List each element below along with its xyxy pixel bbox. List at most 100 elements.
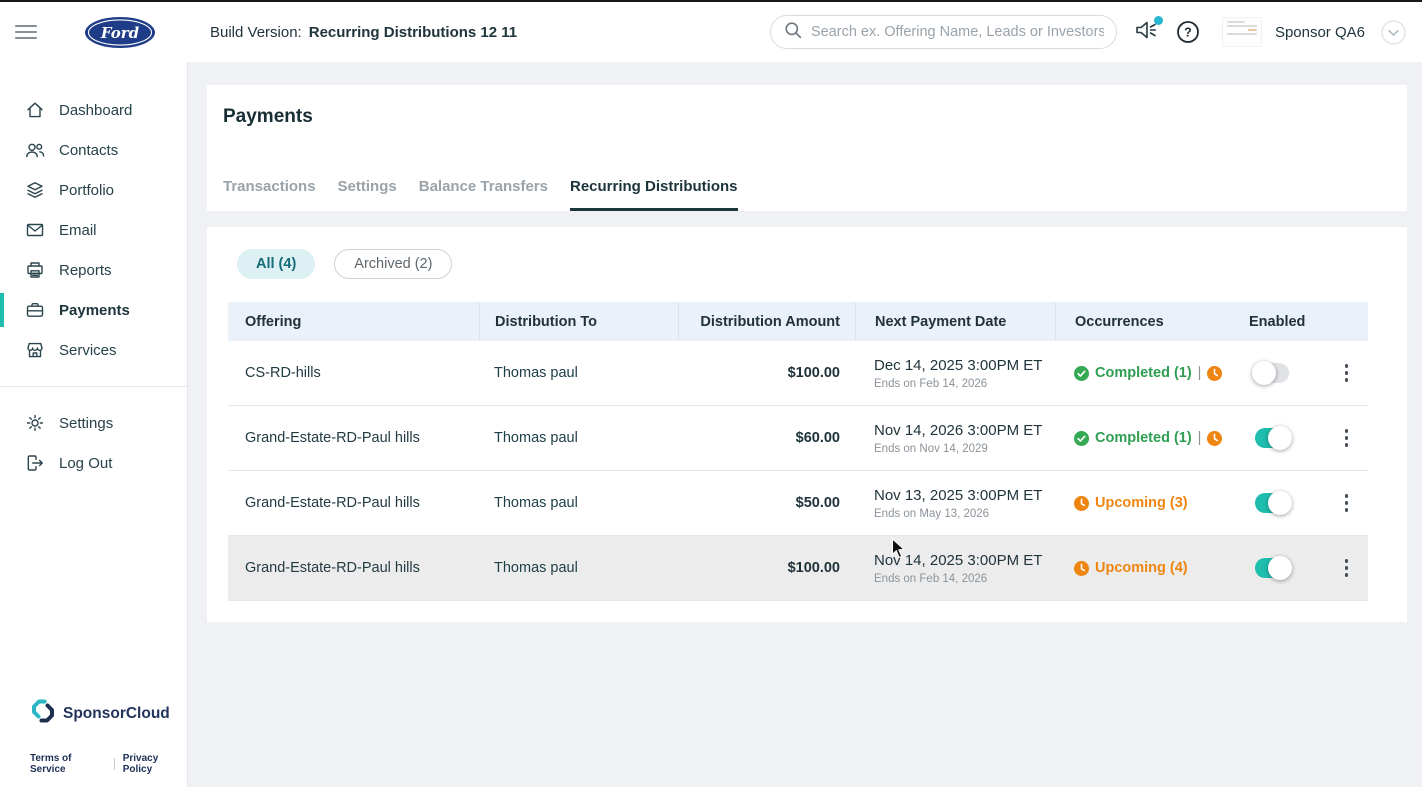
next-payment-date-cell: Nov 14, 2025 3:00PM ET Ends on Feb 14, 2… xyxy=(855,536,1055,600)
occurrence-status: Upcoming (3) xyxy=(1095,495,1188,511)
sidebar-nav: Dashboard Contacts Portfolio Email Repor… xyxy=(0,90,187,370)
legal-separator xyxy=(114,758,115,770)
sidebar-footer-nav: Settings Log Out xyxy=(0,403,187,483)
occurrences-cell: Upcoming (3) xyxy=(1055,471,1225,535)
svg-text:?: ? xyxy=(1184,26,1192,40)
col-occurrences: Occurrences xyxy=(1055,302,1225,341)
col-offering: Offering xyxy=(228,302,479,341)
search-box[interactable] xyxy=(770,15,1117,49)
sidebar-item-portfolio[interactable]: Portfolio xyxy=(0,170,187,210)
next-payment-date-cell: Nov 13, 2025 3:00PM ET Ends on May 13, 2… xyxy=(855,471,1055,535)
layers-icon xyxy=(25,180,45,200)
search-icon xyxy=(784,21,802,44)
gear-icon xyxy=(25,413,45,433)
sidebar-item-reports[interactable]: Reports xyxy=(0,250,187,290)
avatar[interactable] xyxy=(1222,17,1262,47)
table-header: Offering Distribution To Distribution Am… xyxy=(228,302,1368,341)
distribution-to-cell: Thomas paul xyxy=(479,406,678,470)
sidebar: Dashboard Contacts Portfolio Email Repor… xyxy=(0,62,188,787)
table-body: CS-RD-hills Thomas paul $100.00 Dec 14, … xyxy=(228,341,1368,601)
tab-transactions[interactable]: Transactions xyxy=(223,178,316,211)
topbar: Ford Build Version:Recurring Distributio… xyxy=(0,2,1422,62)
announcements-icon[interactable] xyxy=(1134,18,1159,47)
col-distribution-to: Distribution To xyxy=(479,302,678,341)
table-row[interactable]: Grand-Estate-RD-Paul hills Thomas paul $… xyxy=(228,471,1368,536)
table-row[interactable]: Grand-Estate-RD-Paul hills Thomas paul $… xyxy=(228,406,1368,471)
sidebar-item-settings[interactable]: Settings xyxy=(0,403,187,443)
build-version: Build Version:Recurring Distributions 12… xyxy=(210,24,517,41)
printer-icon xyxy=(25,260,45,280)
next-payment-date-cell: Dec 14, 2025 3:00PM ET Ends on Feb 14, 2… xyxy=(855,341,1055,405)
sponsorcloud-logo: SponsorCloud xyxy=(30,698,187,729)
tabs: Transactions Settings Balance Transfers Rec… xyxy=(207,178,1407,211)
clock-icon xyxy=(1074,496,1089,511)
enabled-toggle[interactable] xyxy=(1255,363,1289,383)
row-menu-icon[interactable] xyxy=(1341,359,1353,388)
enabled-toggle[interactable] xyxy=(1255,428,1289,448)
filter-archived-chip[interactable]: Archived (2) xyxy=(334,249,452,279)
check-circle-icon xyxy=(1074,366,1089,381)
distribution-to-cell: Thomas paul xyxy=(479,471,678,535)
clock-icon xyxy=(1207,366,1222,381)
ford-logo: Ford xyxy=(84,16,156,49)
mail-icon xyxy=(25,220,45,240)
sponsorcloud-mark-icon xyxy=(30,698,56,729)
page-title: Payments xyxy=(223,106,1407,128)
chevron-down-icon[interactable] xyxy=(1381,20,1406,45)
help-icon[interactable]: ? xyxy=(1176,20,1200,44)
recurring-distributions-card: All (4) Archived (2) Offering Distributi… xyxy=(207,227,1407,622)
sidebar-item-payments[interactable]: Payments xyxy=(0,290,187,330)
distribution-amount-cell: $100.00 xyxy=(678,341,855,405)
offering-cell: Grand-Estate-RD-Paul hills xyxy=(228,471,479,535)
notification-dot xyxy=(1154,16,1163,25)
occurrences-cell: Upcoming (4) xyxy=(1055,536,1225,600)
distribution-amount-cell: $60.00 xyxy=(678,406,855,470)
sidebar-item-services[interactable]: Services xyxy=(0,330,187,370)
users-icon xyxy=(25,140,45,160)
offering-cell: Grand-Estate-RD-Paul hills xyxy=(228,536,479,600)
col-actions xyxy=(1325,302,1368,341)
table-row[interactable]: Grand-Estate-RD-Paul hills Thomas paul $… xyxy=(228,536,1368,601)
menu-icon[interactable] xyxy=(14,22,40,42)
privacy-policy-link[interactable]: Privacy Policy xyxy=(123,753,187,775)
clock-icon xyxy=(1074,561,1089,576)
col-next-payment-date: Next Payment Date xyxy=(855,302,1055,341)
tab-recurring-distributions[interactable]: Recurring Distributions xyxy=(570,178,738,211)
clock-icon xyxy=(1207,431,1222,446)
row-menu-icon[interactable] xyxy=(1341,554,1353,583)
occurrence-status: Completed (1) xyxy=(1095,430,1192,446)
sidebar-item-dashboard[interactable]: Dashboard xyxy=(0,90,187,130)
page-header-card: Payments Transactions Settings Balance Tra… xyxy=(207,85,1407,211)
next-payment-date-cell: Nov 14, 2026 3:00PM ET Ends on Nov 14, 2… xyxy=(855,406,1055,470)
filter-all-chip[interactable]: All (4) xyxy=(237,249,315,279)
user-name[interactable]: Sponsor QA6 xyxy=(1275,24,1365,41)
occurrences-cell: Completed (1)| xyxy=(1055,341,1225,405)
sidebar-item-email[interactable]: Email xyxy=(0,210,187,250)
col-distribution-amount: Distribution Amount xyxy=(678,302,855,341)
svg-text:Ford: Ford xyxy=(100,24,140,42)
tab-settings[interactable]: Settings xyxy=(338,178,397,211)
distribution-amount-cell: $50.00 xyxy=(678,471,855,535)
search-input[interactable] xyxy=(811,24,1104,40)
occurrence-status: Upcoming (4) xyxy=(1095,560,1188,576)
row-menu-icon[interactable] xyxy=(1341,489,1353,518)
sidebar-item-contacts[interactable]: Contacts xyxy=(0,130,187,170)
sponsorcloud-brand: SponsorCloud xyxy=(63,705,170,723)
occurrence-status: Completed (1) xyxy=(1095,365,1192,381)
occurrences-cell: Completed (1)| xyxy=(1055,406,1225,470)
terms-of-service-link[interactable]: Terms of Service xyxy=(30,753,106,775)
distributions-table: Offering Distribution To Distribution Am… xyxy=(228,302,1368,601)
enabled-toggle[interactable] xyxy=(1255,558,1289,578)
row-menu-icon[interactable] xyxy=(1341,424,1353,453)
check-circle-icon xyxy=(1074,431,1089,446)
sidebar-item-log-out[interactable]: Log Out xyxy=(0,443,187,483)
col-enabled: Enabled xyxy=(1225,302,1325,341)
enabled-toggle[interactable] xyxy=(1255,493,1289,513)
logout-icon xyxy=(25,453,45,473)
store-icon xyxy=(25,340,45,360)
sidebar-divider xyxy=(0,386,187,387)
home-icon xyxy=(25,100,45,120)
distribution-to-cell: Thomas paul xyxy=(479,536,678,600)
table-row[interactable]: CS-RD-hills Thomas paul $100.00 Dec 14, … xyxy=(228,341,1368,406)
tab-balance-transfers[interactable]: Balance Transfers xyxy=(419,178,548,211)
